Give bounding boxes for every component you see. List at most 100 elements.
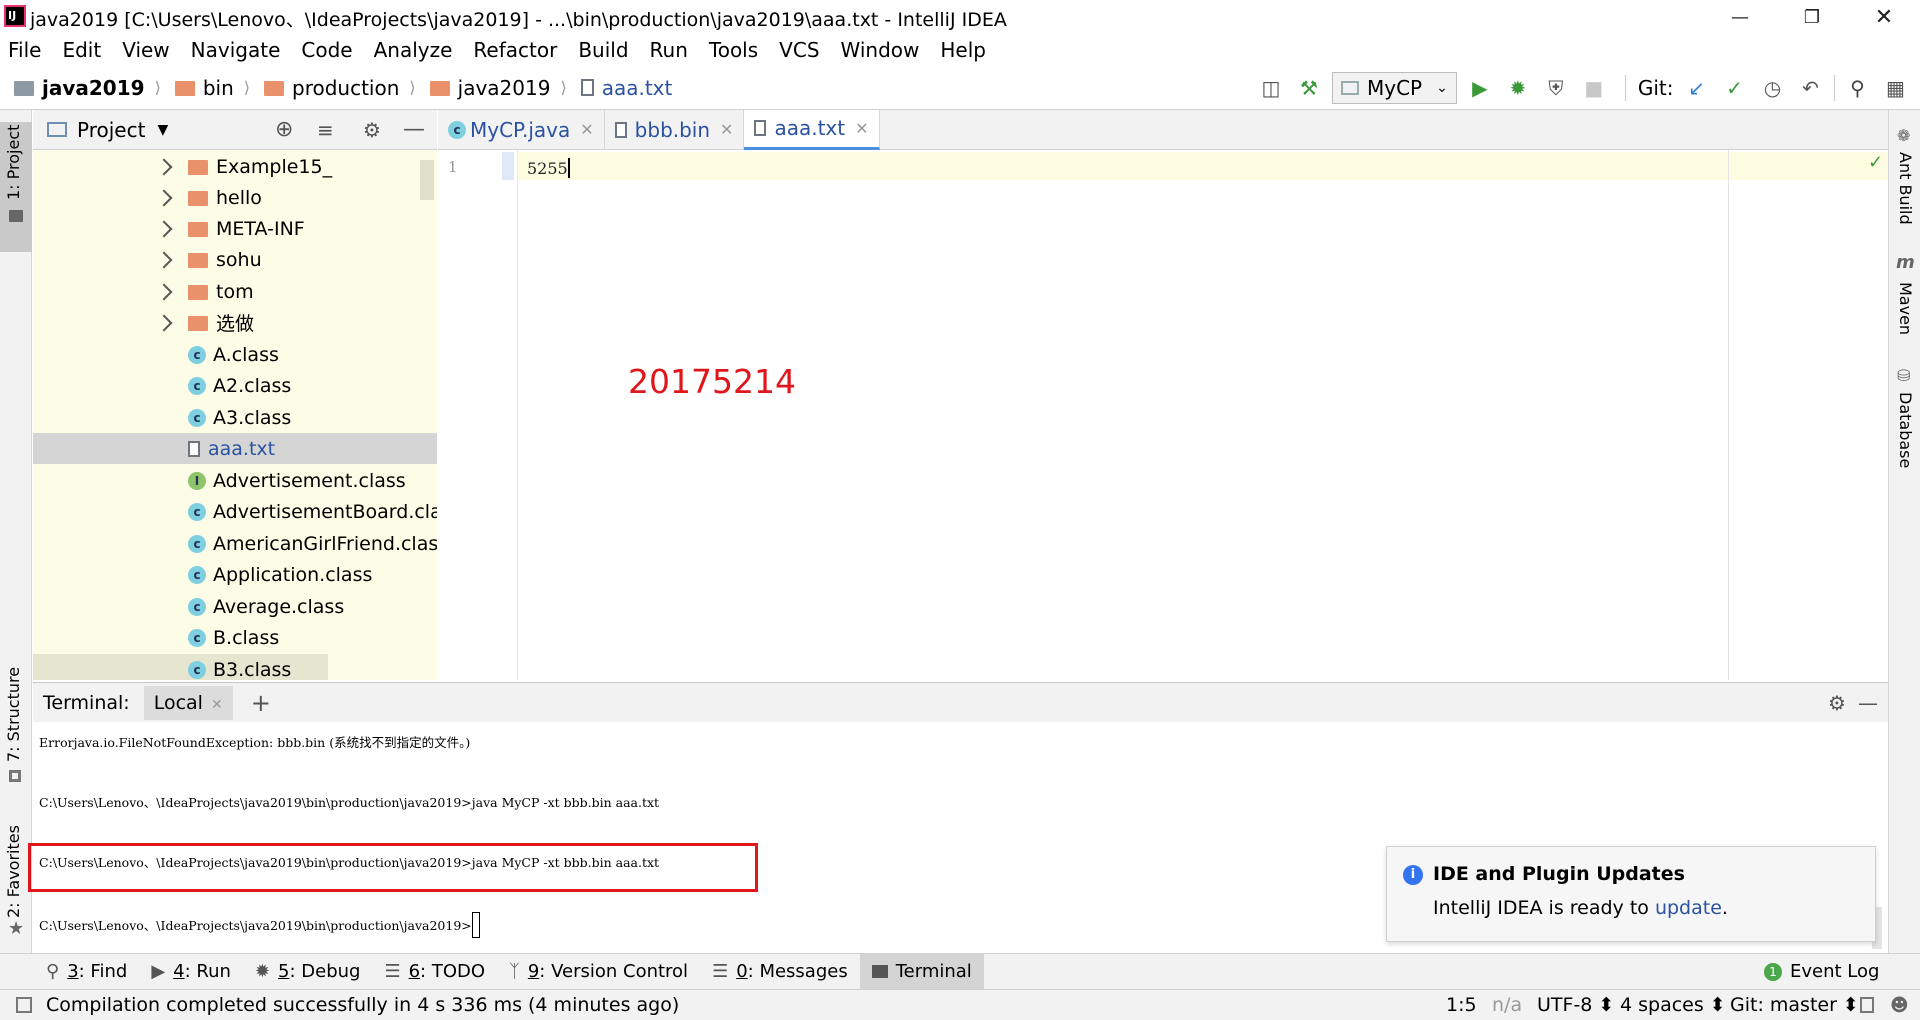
menu-vcs[interactable]: VCS: [779, 38, 819, 62]
chevron-down-icon[interactable]: ▼: [157, 122, 168, 138]
build-hammer-icon[interactable]: ⚒: [1294, 73, 1324, 103]
toggle-tool-windows-icon[interactable]: [16, 997, 32, 1013]
tool-tab-database[interactable]: Database: [1896, 392, 1915, 468]
git-history-icon[interactable]: ◷: [1758, 73, 1788, 103]
menu-navigate[interactable]: Navigate: [191, 38, 281, 62]
breadcrumb-java2019[interactable]: java2019 ⟩: [429, 76, 567, 100]
restore-button[interactable]: ❐: [1784, 0, 1840, 34]
menu-build[interactable]: Build: [578, 38, 628, 62]
menu-tools[interactable]: Tools: [709, 38, 758, 62]
tool-tab-todo[interactable]: ☰ 6: TODO: [372, 954, 497, 990]
chevron-right-icon[interactable]: [155, 189, 173, 206]
collapse-all-icon[interactable]: ≡: [317, 118, 334, 142]
tool-tab-run[interactable]: ▶ 4: Run: [139, 954, 243, 990]
tool-tab-structure[interactable]: 7: Structure: [4, 667, 23, 762]
caret-position[interactable]: 1:5: [1446, 994, 1477, 1016]
tree-folder[interactable]: 选做: [155, 307, 254, 338]
update-notification[interactable]: i IDE and Plugin Updates IntelliJ IDEA i…: [1386, 846, 1876, 942]
tree-file-selected[interactable]: aaa.txt: [33, 433, 437, 464]
chevron-right-icon[interactable]: [155, 283, 173, 300]
tool-tab-debug[interactable]: ✹ 5: Debug: [243, 954, 373, 990]
update-link[interactable]: update: [1655, 897, 1722, 919]
git-update-icon[interactable]: ↙: [1682, 73, 1712, 103]
tab-aaa-txt[interactable]: aaa.txt ✕: [744, 109, 880, 150]
gear-icon[interactable]: ⚙: [363, 118, 381, 142]
menu-view[interactable]: View: [122, 38, 169, 62]
git-branch[interactable]: Git: master ⬍: [1730, 994, 1859, 1016]
tab-bbb-bin[interactable]: bbb.bin ✕: [605, 109, 745, 150]
minimize-button[interactable]: —: [1712, 0, 1768, 34]
coverage-icon[interactable]: ⛨: [1541, 73, 1571, 103]
terminal-session-tab[interactable]: Local ✕: [143, 685, 233, 720]
tree-file[interactable]: c A.class: [188, 339, 279, 370]
run-configuration-select[interactable]: MyCP ⌄: [1332, 72, 1457, 104]
menu-window[interactable]: Window: [841, 38, 920, 62]
git-rollback-icon[interactable]: ↶: [1796, 73, 1826, 103]
tab-mycp-java[interactable]: c MyCP.java ✕: [438, 109, 605, 150]
tool-tab-terminal[interactable]: Terminal: [859, 953, 984, 990]
debug-icon[interactable]: ✹: [1503, 73, 1533, 103]
chevron-right-icon[interactable]: [155, 158, 173, 175]
git-commit-icon[interactable]: ✓: [1720, 73, 1750, 103]
tree-folder[interactable]: Example15_: [155, 151, 332, 182]
project-scrollbar[interactable]: [420, 160, 434, 200]
tree-folder[interactable]: sohu: [155, 244, 262, 275]
menu-refactor[interactable]: Refactor: [473, 38, 557, 62]
tree-file[interactable]: c Average.class: [188, 591, 344, 622]
menu-code[interactable]: Code: [301, 38, 352, 62]
tree-file[interactable]: c A3.class: [188, 402, 291, 433]
menu-edit[interactable]: Edit: [62, 38, 101, 62]
event-log-button[interactable]: 1 Event Log: [1752, 954, 1891, 990]
tool-tab-ant-build[interactable]: Ant Build: [1896, 152, 1915, 225]
menu-analyze[interactable]: Analyze: [374, 38, 453, 62]
tool-tab-maven[interactable]: Maven: [1896, 282, 1915, 335]
project-structure-icon[interactable]: ▦: [1881, 73, 1911, 103]
search-icon[interactable]: ⚲: [1843, 73, 1873, 103]
tool-tab-project[interactable]: 1: Project: [4, 125, 23, 200]
breadcrumb-bin[interactable]: bin ⟩: [174, 76, 250, 100]
tree-folder[interactable]: tom: [155, 276, 254, 307]
tree-file[interactable]: c AdvertisementBoard.class: [188, 496, 437, 527]
inspector-icon[interactable]: ☻: [1890, 995, 1909, 1016]
close-tab-icon[interactable]: ✕: [855, 119, 868, 138]
tool-tab-favorites[interactable]: 2: Favorites: [4, 825, 23, 918]
hide-icon[interactable]: —: [1858, 691, 1878, 715]
tool-tab-version-control[interactable]: ᛉ9: Version Control: [497, 954, 700, 990]
tool-tab-messages[interactable]: ☰ 0: Messages: [700, 954, 860, 990]
tree-file[interactable]: I Advertisement.class: [188, 465, 406, 496]
chevron-right-icon[interactable]: [155, 314, 173, 331]
chevron-right-icon[interactable]: [155, 251, 173, 268]
breadcrumb-project[interactable]: java2019 ⟩: [14, 76, 161, 100]
chevron-right-icon[interactable]: [155, 220, 173, 237]
run-anything-icon[interactable]: ◫: [1256, 73, 1286, 103]
gear-icon[interactable]: ⚙: [1828, 691, 1846, 715]
breadcrumb-production[interactable]: production ⟩: [264, 76, 416, 100]
lock-icon[interactable]: [1860, 997, 1874, 1013]
tree-folder[interactable]: META-INF: [155, 213, 305, 244]
menu-help[interactable]: Help: [940, 38, 986, 62]
new-session-icon[interactable]: +: [251, 689, 271, 717]
project-panel-title[interactable]: Project: [77, 118, 145, 142]
file-encoding[interactable]: UTF-8 ⬍: [1537, 994, 1614, 1016]
locate-icon[interactable]: ⊕: [275, 117, 293, 142]
close-tab-icon[interactable]: ✕: [720, 120, 733, 139]
indent-setting[interactable]: 4 spaces ⬍: [1620, 994, 1726, 1016]
tree-file[interactable]: c B.class: [188, 622, 279, 653]
tree-file[interactable]: c B3.class: [33, 654, 328, 680]
run-icon[interactable]: ▶: [1465, 73, 1495, 103]
tool-tab-find[interactable]: ⚲ 3: Find: [34, 954, 139, 990]
breadcrumb-file[interactable]: aaa.txt: [580, 76, 672, 100]
stop-icon[interactable]: ■: [1579, 73, 1609, 103]
editor-content[interactable]: 5255: [527, 158, 570, 178]
editor-area[interactable]: 5255 20175214 ✓: [518, 150, 1888, 680]
status-message[interactable]: Compilation completed successfully in 4 …: [46, 994, 679, 1016]
close-tab-icon[interactable]: ✕: [211, 697, 223, 713]
tree-file[interactable]: c A2.class: [188, 370, 291, 401]
menu-run[interactable]: Run: [650, 38, 688, 62]
tree-folder[interactable]: hello: [155, 182, 262, 213]
hide-icon[interactable]: —: [403, 117, 425, 142]
close-tab-icon[interactable]: ✕: [580, 120, 593, 139]
close-button[interactable]: ✕: [1856, 0, 1912, 34]
tree-file[interactable]: c AmericanGirlFriend.class: [188, 528, 437, 559]
menu-file[interactable]: File: [8, 38, 41, 62]
